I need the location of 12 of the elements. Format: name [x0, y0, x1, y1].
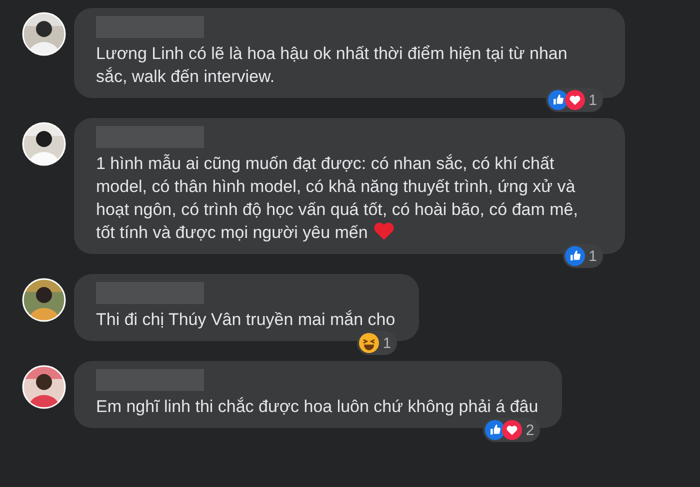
comment-text: Em nghĩ linh thi chắc được hoa luôn chứ không phải á đâu — [96, 396, 538, 418]
thumbs-up-icon — [484, 420, 505, 440]
comment-text: Thi đi chị Thúy Vân truyền mai mắn cho — [96, 309, 396, 331]
reaction-count[interactable]: 1 — [546, 88, 603, 112]
reaction-count[interactable]: 1 — [356, 331, 398, 355]
comment-text: Lương Linh có lẽ là hoa hậu ok nhất thời điểm hiện tại từ nhan sắc, walk đến interview. — [96, 43, 568, 88]
thumbs-up-icon — [564, 246, 585, 266]
reaction-count[interactable]: 2 — [482, 418, 540, 442]
thumbs-up-icon — [548, 90, 568, 110]
laughing-face-icon — [358, 333, 379, 353]
reaction-count[interactable]: 1 — [562, 244, 603, 268]
comment-text: 1 hình mẫu ai cũng muốn đạt được: có nhan sắc, có khí chất model, có thân hình model, có khả năng thuyết trình, ứng xử và hoạt ngôn, có trình độ học vấn quá tốt, có hoài bão, có đam mê, tốt tính và được mọi người yêu mến — [96, 153, 579, 244]
